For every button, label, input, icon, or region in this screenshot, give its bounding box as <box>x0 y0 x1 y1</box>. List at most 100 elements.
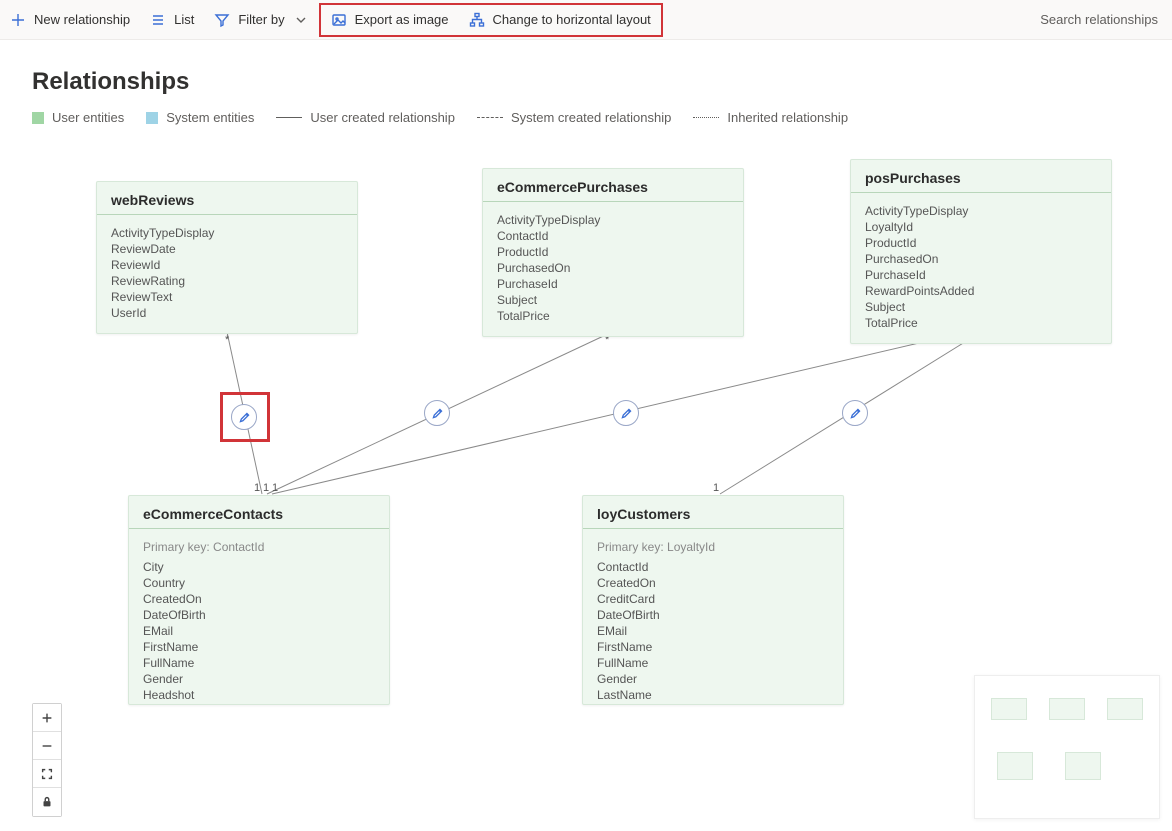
entity-field: FullName <box>143 655 375 671</box>
cardinality-one: 1 <box>254 482 260 494</box>
entity-title: posPurchases <box>851 160 1111 193</box>
entity-field: DateOfBirth <box>143 607 375 623</box>
entity-field: Gender <box>597 671 829 687</box>
entity-field: ReviewText <box>111 289 343 305</box>
legend-inherited-relationship: Inherited relationship <box>693 110 848 125</box>
cardinality-one: 1 <box>263 482 269 494</box>
entity-field: ActivityTypeDisplay <box>865 203 1097 219</box>
entity-field: Subject <box>497 292 729 308</box>
hierarchy-icon <box>469 12 485 28</box>
entity-field: FullName <box>597 655 829 671</box>
cardinality-many: * <box>225 334 229 346</box>
primary-key-value: LoyaltyId <box>667 540 715 554</box>
pencil-icon <box>849 407 862 420</box>
primary-key-label: Primary key: <box>143 540 210 554</box>
user-relationship-label: User created relationship <box>310 110 455 125</box>
cardinality-one: 1 <box>272 482 278 494</box>
entity-field: PurchaseId <box>865 267 1097 283</box>
pencil-icon <box>238 411 251 424</box>
entity-field: TotalPrice <box>497 308 729 324</box>
entity-field: LastName <box>143 703 375 705</box>
entity-title: eCommerceContacts <box>129 496 389 529</box>
entity-field: ContactId <box>497 228 729 244</box>
export-image-label: Export as image <box>355 12 449 27</box>
pencil-icon <box>620 407 633 420</box>
entity-field: PurchaseId <box>497 276 729 292</box>
entity-body: ActivityTypeDisplayContactIdProductIdPur… <box>483 202 743 336</box>
lock-button[interactable] <box>33 788 61 816</box>
entity-field: RewardPointsAdded <box>865 283 1097 299</box>
filter-icon <box>214 12 230 28</box>
list-button[interactable]: List <box>140 0 204 40</box>
entity-field: CreatedOn <box>143 591 375 607</box>
fit-screen-button[interactable] <box>33 760 61 788</box>
entity-eCommercePurchases[interactable]: eCommercePurchases ActivityTypeDisplayCo… <box>482 168 744 337</box>
solid-line-sample <box>276 117 302 118</box>
list-icon <box>150 12 166 28</box>
image-icon <box>331 12 347 28</box>
minimap[interactable] <box>974 675 1160 819</box>
filter-by-button[interactable]: Filter by <box>204 0 318 40</box>
system-relationship-label: System created relationship <box>511 110 671 125</box>
toolbar: New relationship List Filter by Export a… <box>0 0 1172 40</box>
search-relationships[interactable]: Search relationships <box>1018 12 1172 27</box>
export-image-button[interactable]: Export as image <box>321 0 459 40</box>
dashed-line-sample <box>477 117 503 118</box>
entity-field: EMail <box>143 623 375 639</box>
inherited-relationship-label: Inherited relationship <box>727 110 848 125</box>
entity-field: FirstName <box>597 639 829 655</box>
new-relationship-button[interactable]: New relationship <box>0 0 140 40</box>
zoom-controls <box>32 703 62 817</box>
legend-system-relationship: System created relationship <box>477 110 671 125</box>
entity-field: ActivityTypeDisplay <box>111 225 343 241</box>
pencil-icon <box>431 407 444 420</box>
entity-field: ReviewRating <box>111 273 343 289</box>
entity-title: eCommercePurchases <box>483 169 743 202</box>
entity-field: UserId <box>111 305 343 321</box>
edit-relationship-button[interactable] <box>613 400 639 426</box>
system-entities-swatch <box>146 112 158 124</box>
system-entities-label: System entities <box>166 110 254 125</box>
change-layout-label: Change to horizontal layout <box>493 12 651 27</box>
entity-field: ReviewDate <box>111 241 343 257</box>
edit-relationship-button[interactable] <box>424 400 450 426</box>
entity-field: CreatedOn <box>597 575 829 591</box>
entity-webReviews[interactable]: webReviews ActivityTypeDisplayReviewDate… <box>96 181 358 334</box>
legend-user-relationship: User created relationship <box>276 110 455 125</box>
entity-field: ReviewId <box>111 257 343 273</box>
entity-field: PurchasedOn <box>497 260 729 276</box>
legend-user-entities: User entities <box>32 110 124 125</box>
entity-field: FirstName <box>143 639 375 655</box>
page-title: Relationships <box>32 68 1172 96</box>
entity-field: LastName <box>597 687 829 703</box>
search-placeholder: Search relationships <box>1040 12 1158 27</box>
legend-system-entities: System entities <box>146 110 254 125</box>
list-label: List <box>174 12 194 27</box>
entity-field: PurchasedOn <box>865 251 1097 267</box>
dotted-line-sample <box>693 117 719 118</box>
entity-loyCustomers[interactable]: loyCustomers Primary key: LoyaltyId Cont… <box>582 495 844 705</box>
entity-field: City <box>143 559 375 575</box>
new-relationship-label: New relationship <box>34 12 130 27</box>
entity-field: RewardPoints <box>597 703 829 705</box>
user-entities-label: User entities <box>52 110 124 125</box>
entity-body: Primary key: ContactId CityCountryCreate… <box>129 529 389 705</box>
zoom-out-button[interactable] <box>33 732 61 760</box>
entity-body: ActivityTypeDisplayReviewDateReviewIdRev… <box>97 215 357 333</box>
edit-relationship-button[interactable] <box>231 404 257 430</box>
entity-field: Subject <box>865 299 1097 315</box>
entity-field: Gender <box>143 671 375 687</box>
entity-field: ProductId <box>497 244 729 260</box>
entity-field: ProductId <box>865 235 1097 251</box>
zoom-in-button[interactable] <box>33 704 61 732</box>
primary-key-value: ContactId <box>213 540 264 554</box>
diagram-canvas[interactable]: * * * * 1 1 1 1 webReviews ActivityTypeD… <box>0 150 1172 831</box>
entity-field: LoyaltyId <box>865 219 1097 235</box>
entity-body: Primary key: LoyaltyId ContactIdCreatedO… <box>583 529 843 705</box>
plus-icon <box>10 12 26 28</box>
entity-eCommerceContacts[interactable]: eCommerceContacts Primary key: ContactId… <box>128 495 390 705</box>
edit-relationship-button[interactable] <box>842 400 868 426</box>
entity-posPurchases[interactable]: posPurchases ActivityTypeDisplayLoyaltyI… <box>850 159 1112 344</box>
change-layout-button[interactable]: Change to horizontal layout <box>459 0 661 40</box>
user-entities-swatch <box>32 112 44 124</box>
